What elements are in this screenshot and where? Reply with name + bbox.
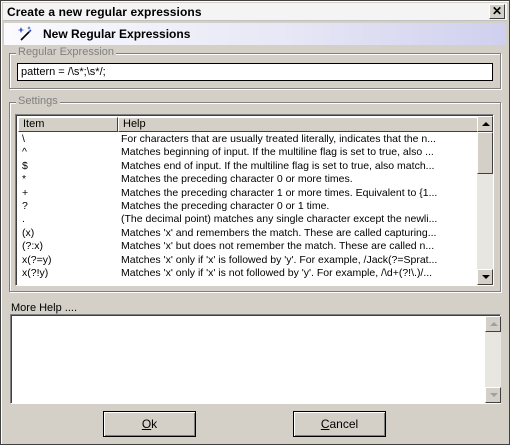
cancel-button[interactable]: Cancel [293,411,386,437]
dialog-window: Create a new regular expressions ✕ New R… [0,0,510,445]
list-item[interactable]: x(?=y) Matches 'x' only if 'x' is followe… [18,254,478,267]
list-header: Item Help [18,117,478,132]
title-bar[interactable]: Create a new regular expressions ✕ [3,3,507,21]
list-item-help: Matches the preceding character 0 or mor… [121,173,353,186]
list-item-name: (x) [22,226,35,239]
list-item-help: Matches 'x' only if 'x' is not followed … [121,266,433,279]
list-item-help: Matches the preceding character 1 or mor… [121,186,438,199]
close-button[interactable]: ✕ [489,4,505,19]
column-header-help-label: Help [123,118,146,130]
list-item[interactable]: \ For characters that are usually treated… [18,133,478,146]
arrow-up-icon [490,322,498,326]
list-item[interactable]: $ Matches end of input. If the multiline … [18,160,478,173]
scroll-up-button[interactable] [477,116,493,132]
list-item-help: (The decimal point) matches any single c… [121,213,438,226]
list-item-name: x(?=y) [22,253,52,266]
list-item[interactable]: ^ Matches beginning of input. If the mult… [18,146,478,159]
ok-button[interactable]: Ok [103,411,196,437]
regex-input-value: pattern = /\s*;\s*/; [21,66,106,78]
scroll-thumb[interactable] [477,132,493,174]
column-header-item-label: Item [23,118,45,130]
settings-list[interactable]: Item Help \ For characters that are usual… [15,114,494,286]
list-item[interactable]: + Matches the preceding character 1 or mo… [18,187,478,200]
list-item-help: Matches the preceding character 0 or 1 t… [121,199,330,212]
header-banner: New Regular Expressions [4,23,506,45]
more-help-scroll-down-button[interactable] [485,387,501,403]
list-item-name: \ [22,133,25,145]
regex-input[interactable]: pattern = /\s*;\s*/; [17,63,493,81]
list-item-name: . [22,213,25,226]
ok-button-accel: O [141,417,152,431]
list-item-name: x(?!y) [22,266,49,279]
list-item-help: For characters that are usually treated … [121,133,436,145]
list-item-name: * [22,173,27,186]
list-item[interactable]: (x) Matches 'x' and remembers the match. … [18,227,478,240]
regex-group-legend: Regular Expression [16,46,116,58]
list-item-help: Matches end of input. If the multiline f… [121,159,435,172]
settings-group-legend: Settings [16,95,60,107]
more-help-label: More Help .... [11,302,78,314]
list-item-help: Matches beginning of input. If the multi… [121,146,434,159]
list-rows: \ For characters that are usually treated… [18,133,478,285]
list-item-help: Matches 'x' but does not remember the ma… [121,240,435,253]
list-item[interactable]: * Matches the preceding character 0 or mo… [18,173,478,186]
column-header-item[interactable]: Item [18,117,118,132]
arrow-up-icon [482,122,490,126]
arrow-down-icon [482,275,490,279]
cancel-button-label: ancel [329,417,359,431]
list-item-name: ^ [22,146,27,159]
ok-button-label: k [151,417,158,431]
list-item[interactable]: . (The decimal point) matches any single … [18,213,478,226]
list-item[interactable]: (?:x) Matches 'x' but does not remember t… [18,240,478,253]
header-title: New Regular Expressions [43,27,191,41]
column-header-help[interactable]: Help [118,117,478,132]
list-item-name: + [22,186,29,199]
more-help-scroll-up-button[interactable] [485,316,501,332]
list-item[interactable] [18,280,478,285]
window-title: Create a new regular expressions [7,5,202,19]
list-item-help: Matches 'x' and remembers the match. The… [121,226,437,239]
close-icon: ✕ [491,4,503,18]
arrow-down-icon [490,393,498,397]
more-help-scrollbar[interactable] [485,316,501,403]
wand-icon [18,26,32,41]
list-scrollbar[interactable] [477,116,493,285]
list-item[interactable]: x(?!y) Matches 'x' only if 'x' is not fol… [18,267,478,280]
more-help-textarea[interactable] [10,314,501,404]
list-item-help: Matches 'x' only if 'x' is followed by '… [121,253,438,266]
list-item-name: ? [22,199,28,212]
scroll-down-button[interactable] [477,269,493,285]
list-item-name: $ [22,159,28,172]
list-item-name: (?:x) [22,240,43,253]
list-item[interactable]: ? Matches the preceding character 0 or 1 … [18,200,478,213]
